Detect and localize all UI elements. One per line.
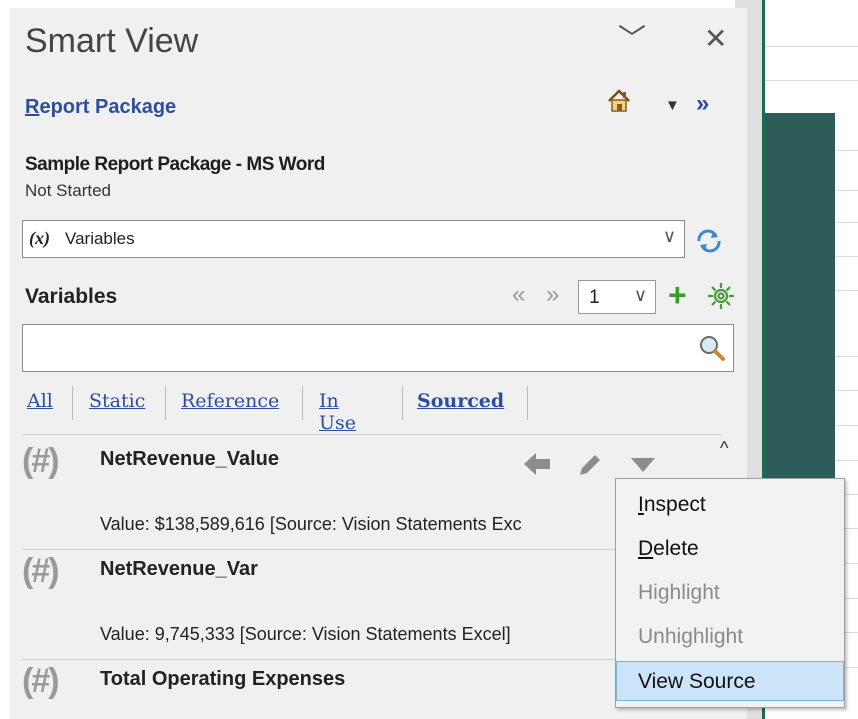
variable-value: Value: 9,745,333 [Source: Vision Stateme… xyxy=(100,624,511,644)
divider xyxy=(22,434,722,435)
document-status: Not Started xyxy=(25,181,111,200)
chevron-down-icon: ∨ xyxy=(633,285,647,305)
list-item[interactable]: (#) NetRevenue_Var Value: 9,745,333 [Sou… xyxy=(22,552,714,660)
filter-in-use[interactable]: In Use xyxy=(319,390,356,434)
divider xyxy=(22,549,714,550)
document-name: Sample Report Package - MS Word xyxy=(25,154,325,175)
pencil-icon[interactable] xyxy=(575,450,605,478)
variable-name: NetRevenue_Value xyxy=(100,448,279,470)
view-select-value: Variables xyxy=(65,229,135,248)
gridline xyxy=(764,80,858,81)
page-select-value: 1 xyxy=(589,287,600,308)
filter-reference[interactable]: Reference xyxy=(181,390,279,412)
menu-item-highlight[interactable]: Highlight xyxy=(616,573,844,613)
next-page-button[interactable]: » xyxy=(546,281,559,309)
search-field[interactable] xyxy=(22,324,734,372)
page-select[interactable]: 1 ∨ xyxy=(578,280,656,314)
context-menu: Inspect Delete Highlight Unhighlight Vie… xyxy=(615,478,845,708)
gridline xyxy=(764,46,858,47)
add-icon[interactable]: + xyxy=(668,279,687,311)
access-key: D xyxy=(638,537,654,560)
previous-page-button[interactable]: « xyxy=(512,281,525,309)
variable-name: NetRevenue_Var xyxy=(100,558,258,580)
menu-item-label: nspect xyxy=(643,493,706,516)
variable-value: Value: $138,589,616 [Source: Vision Stat… xyxy=(100,514,522,534)
scroll-up-icon[interactable]: ^ xyxy=(720,438,728,459)
number-variable-icon: (#) xyxy=(22,552,60,590)
arrow-left-icon[interactable] xyxy=(522,450,552,478)
variable-name: Total Operating Expenses xyxy=(100,668,346,690)
divider xyxy=(72,386,73,420)
search-icon[interactable] xyxy=(697,333,727,363)
close-button[interactable]: ✕ xyxy=(704,22,727,56)
number-variable-icon: (#) xyxy=(22,442,60,480)
divider xyxy=(22,659,714,660)
access-key: R xyxy=(25,96,40,118)
menu-item-unhighlight[interactable]: Unhighlight xyxy=(616,617,844,657)
divider xyxy=(527,386,528,420)
number-variable-icon: (#) xyxy=(22,662,60,700)
variable-icon: (x) xyxy=(29,228,50,248)
list-item[interactable]: (#) NetRevenue_Value Value: $138,589,616… xyxy=(22,442,714,550)
search-input[interactable] xyxy=(29,333,673,365)
variables-header: Variables xyxy=(25,285,118,308)
filter-all[interactable]: All xyxy=(27,390,53,412)
collapse-button[interactable]: ﹀ xyxy=(618,22,646,56)
divider xyxy=(165,386,166,420)
expand-icon[interactable]: » xyxy=(696,90,709,118)
panel-title: Smart View xyxy=(25,22,199,60)
view-select[interactable]: (x) Variables ∨ xyxy=(22,220,685,258)
report-package-link[interactable]: Report Package xyxy=(25,96,176,119)
chevron-down-icon: ∨ xyxy=(662,226,676,246)
divider xyxy=(402,386,403,420)
report-package-label: eport Package xyxy=(39,96,177,118)
refresh-icon[interactable] xyxy=(694,228,724,254)
document-shape xyxy=(765,113,835,540)
gear-icon[interactable] xyxy=(705,280,737,312)
menu-item-inspect[interactable]: Inspect xyxy=(616,485,844,525)
panel-menu-button[interactable]: ▼ xyxy=(665,97,680,114)
home-icon[interactable] xyxy=(606,88,632,114)
menu-item-label: elete xyxy=(653,537,699,560)
menu-item-view-source[interactable]: View Source xyxy=(616,661,844,701)
divider xyxy=(302,386,303,420)
caret-down-icon[interactable] xyxy=(628,450,658,478)
filter-sourced[interactable]: Sourced xyxy=(417,390,504,412)
filter-static[interactable]: Static xyxy=(89,390,145,412)
list-item[interactable]: (#) Total Operating Expenses xyxy=(22,662,714,719)
menu-item-delete[interactable]: Delete xyxy=(616,529,844,569)
